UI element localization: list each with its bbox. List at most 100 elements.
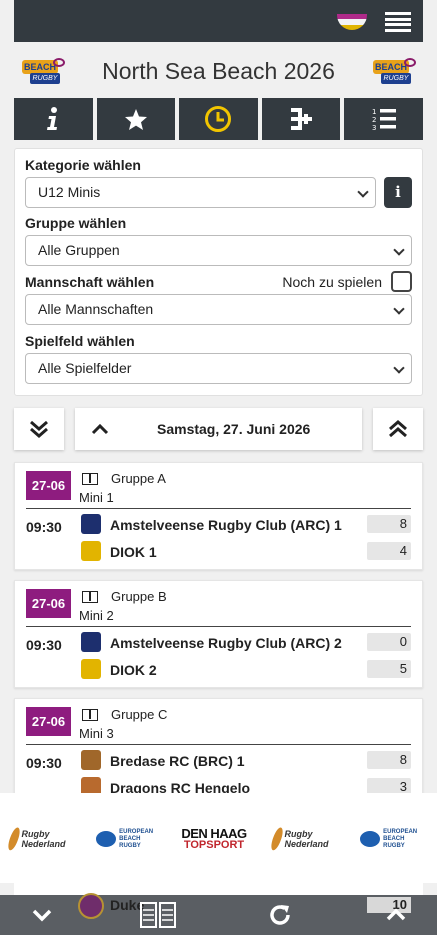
todo-checkbox[interactable] — [391, 271, 412, 292]
sponsor-european-beach-rugby[interactable]: EUROPEAN BEACH RUGBY — [360, 826, 424, 852]
chevron-down-icon — [393, 244, 405, 256]
language-flag-icon[interactable] — [337, 14, 367, 30]
sponsor-text: EUROPEAN BEACH RUGBY — [383, 829, 424, 850]
scroll-up-button[interactable] — [378, 899, 414, 931]
home-score: 8 — [367, 515, 411, 533]
star-icon — [124, 108, 147, 130]
beach-rugby-icon — [96, 831, 117, 847]
sponsor-rugby-nederland[interactable]: Rugby Nederland — [269, 826, 337, 852]
home-score: 0 — [367, 633, 411, 651]
pitch-icon — [82, 591, 98, 603]
sponsor-text: Rugby Nederland — [21, 829, 66, 849]
match-time: 09:30 — [26, 637, 62, 653]
sponsor-european-beach-rugby[interactable]: EUROPEAN BEACH RUGBY — [96, 826, 160, 852]
next-card-peek — [14, 883, 423, 895]
match-time: 09:30 — [26, 519, 62, 535]
category-select[interactable]: U12 Minis — [25, 177, 376, 208]
pitch-icon — [82, 709, 98, 721]
expand-all-button[interactable] — [14, 408, 64, 450]
day-header[interactable]: Samstag, 27. Juni 2026 — [75, 408, 362, 450]
menu-icon[interactable] — [385, 12, 411, 32]
match-date-badge: 27-06 — [26, 471, 71, 500]
match-date-badge: 27-06 — [26, 589, 71, 618]
sponsor-text-line: EUROPEAN — [119, 828, 154, 835]
match-group: Gruppe A — [111, 471, 166, 486]
svg-text:1: 1 — [372, 108, 376, 116]
top-bar — [14, 0, 423, 42]
todo-label: Noch zu spielen — [282, 274, 382, 290]
chevron-up-icon — [386, 908, 406, 921]
match-field: Mini 1 — [79, 490, 114, 505]
rugby-ball-icon — [269, 826, 286, 852]
match-card[interactable]: 27-06 Gruppe C Mini 3 09:30 Bredase RC (… — [14, 698, 423, 806]
sponsor-text-line: EUROPEAN — [383, 828, 418, 835]
sponsor-text-line: TOPSPORT — [183, 839, 245, 851]
tab-rankings[interactable]: 123 — [344, 98, 423, 140]
tab-schedule[interactable] — [179, 98, 258, 140]
chevron-down-icon — [393, 362, 405, 374]
filter-panel: Kategorie wählen U12 Minis i Gruppe wähl… — [14, 148, 423, 396]
svg-text:3: 3 — [372, 124, 376, 131]
clock-icon — [205, 106, 232, 132]
sponsor-text: EUROPEAN BEACH RUGBY — [119, 829, 160, 850]
tab-bracket[interactable] — [261, 98, 341, 140]
field-label: Spielfeld wählen — [25, 333, 135, 349]
group-label: Gruppe wählen — [25, 215, 127, 231]
team-value: Alle Mannschaften — [38, 301, 154, 317]
tab-info[interactable] — [14, 98, 93, 140]
sponsor-text-line: BEACH RUGBY — [383, 835, 405, 849]
team-select[interactable]: Alle Mannschaften — [25, 294, 412, 325]
home-score: 8 — [367, 751, 411, 769]
category-label: Kategorie wählen — [25, 157, 141, 173]
divider — [26, 626, 411, 627]
sponsor-text: Rugby Nederland — [284, 829, 329, 849]
sponsor-den-haag-topsport[interactable]: DEN HAAG TOPSPORT — [181, 826, 247, 852]
chevron-down-icon — [393, 303, 405, 315]
group-select[interactable]: Alle Gruppen — [25, 235, 412, 266]
home-team: Bredase RC (BRC) 1 — [110, 753, 245, 769]
arc-logo-icon — [81, 632, 101, 652]
group-value: Alle Gruppen — [38, 242, 120, 258]
diok-logo-icon — [81, 541, 101, 561]
match-card[interactable]: 27-06 Gruppe A Mini 1 09:30 Amstelveense… — [14, 462, 423, 570]
diok-logo-icon — [81, 659, 101, 679]
match-card[interactable]: 27-06 Gruppe B Mini 2 09:30 Amstelveense… — [14, 580, 423, 688]
sponsor-strip: Rugby Nederland EUROPEAN BEACH RUGBY DEN … — [0, 793, 437, 883]
away-team: DIOK 1 — [110, 544, 157, 560]
header: BEACH RUGBY North Sea Beach 2026 BEACH RUG… — [14, 52, 423, 92]
svg-text:2: 2 — [372, 116, 376, 124]
double-chevron-up-icon — [389, 420, 407, 438]
collapse-all-button[interactable] — [373, 408, 423, 450]
match-group: Gruppe B — [111, 589, 167, 604]
refresh-button[interactable] — [264, 899, 296, 931]
category-info-button[interactable]: i — [384, 177, 412, 208]
scroll-down-button[interactable] — [24, 899, 60, 931]
divider — [26, 744, 411, 745]
beach-rugby-icon — [360, 831, 381, 847]
duke-logo-icon — [78, 893, 104, 919]
event-logo-right: BEACH RUGBY — [371, 58, 417, 86]
main-nav: 123 — [14, 98, 423, 140]
rugby-ball-icon — [6, 826, 23, 852]
chevron-down-icon — [357, 186, 369, 198]
bracket-icon — [291, 108, 313, 130]
refresh-icon — [270, 905, 290, 925]
field-value: Alle Spielfelder — [38, 360, 132, 376]
double-chevron-down-icon — [30, 420, 48, 438]
bottom-toolbar: Duke 10 — [0, 893, 437, 935]
layout-toggle-button[interactable] — [138, 899, 178, 931]
away-team: DIOK 2 — [110, 662, 157, 678]
page-title: North Sea Beach 2026 — [102, 58, 335, 84]
day-label: Samstag, 27. Juni 2026 — [157, 421, 311, 437]
team-label: Mannschaft wählen — [25, 274, 155, 290]
field-select[interactable]: Alle Spielfelder — [25, 353, 412, 384]
tab-favorites[interactable] — [96, 98, 176, 140]
away-score: 5 — [367, 660, 411, 678]
arc-logo-icon — [81, 514, 101, 534]
sponsor-rugby-nederland[interactable]: Rugby Nederland — [6, 826, 74, 852]
brc-logo-icon — [81, 750, 101, 770]
match-date-badge: 27-06 — [26, 707, 71, 736]
match-time: 09:30 — [26, 755, 62, 771]
match-group: Gruppe C — [111, 707, 168, 722]
info-icon — [47, 107, 58, 130]
